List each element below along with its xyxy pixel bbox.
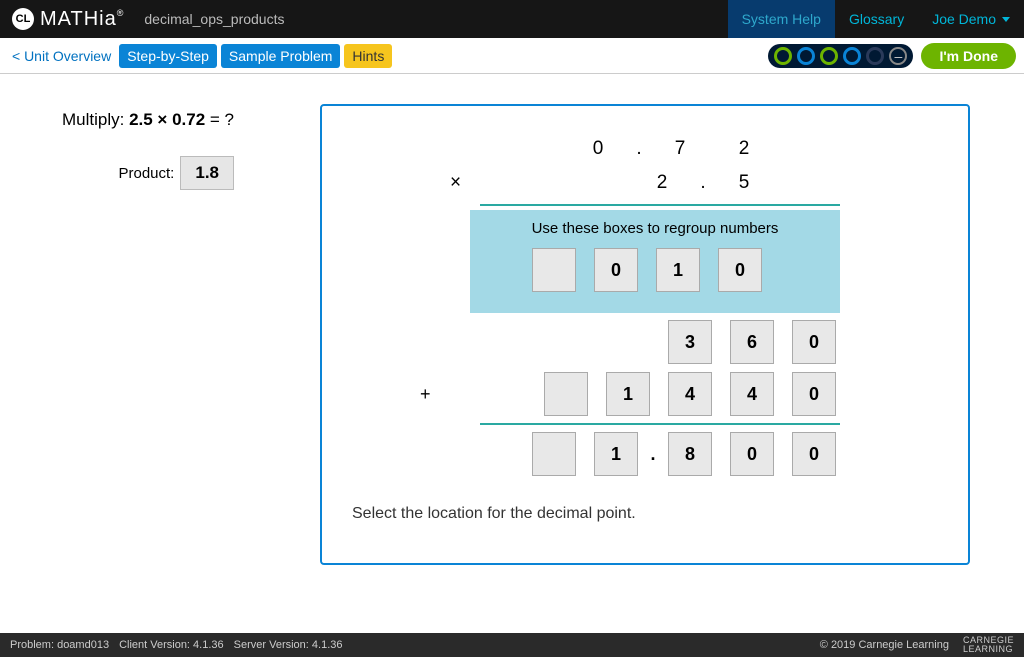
footer-server: Server Version: 4.1.36 bbox=[234, 639, 343, 651]
regroup-band: Use these boxes to regroup numbers 0 1 0 bbox=[470, 210, 840, 313]
progress-pill bbox=[774, 47, 792, 65]
footer-problem: Problem: doamd013 bbox=[10, 639, 109, 651]
regroup-box[interactable]: 0 bbox=[718, 248, 762, 292]
multiplier-row: × 2 . 5 bbox=[450, 166, 840, 200]
sample-problem-button[interactable]: Sample Problem bbox=[221, 44, 341, 68]
digit-box[interactable]: 1 bbox=[594, 432, 638, 476]
progress-indicator: – bbox=[768, 44, 913, 68]
product-row: Product: 1.8 bbox=[20, 156, 320, 190]
digit-box[interactable]: 0 bbox=[792, 320, 836, 364]
footer-right: © 2019 Carnegie Learning CARNEGIELEARNIN… bbox=[820, 636, 1014, 654]
digit-box[interactable]: 0 bbox=[792, 372, 836, 416]
spacer bbox=[780, 248, 824, 292]
done-button[interactable]: I'm Done bbox=[921, 43, 1016, 69]
instruction-text: Select the location for the decimal poin… bbox=[352, 505, 938, 523]
product-label: Product: bbox=[118, 165, 174, 182]
app-header: CL MATHia® decimal_ops_products System H… bbox=[0, 0, 1024, 38]
prompt-prefix: Multiply: bbox=[62, 110, 129, 129]
progress-pill bbox=[820, 47, 838, 65]
decimal-point-target[interactable]: . bbox=[648, 444, 658, 465]
minus-icon[interactable]: – bbox=[889, 47, 907, 65]
module-name: decimal_ops_products bbox=[144, 11, 284, 27]
glossary-link[interactable]: Glossary bbox=[835, 0, 918, 38]
progress-pill bbox=[843, 47, 861, 65]
logo-badge: CL bbox=[12, 8, 34, 30]
digit-box[interactable]: 4 bbox=[668, 372, 712, 416]
toolbar: < Unit Overview Step-by-Step Sample Prob… bbox=[0, 38, 1024, 74]
problem-pane: Multiply: 2.5 × 0.72 = ? Product: 1.8 bbox=[20, 104, 320, 565]
progress-pill bbox=[797, 47, 815, 65]
unit-overview-link[interactable]: < Unit Overview bbox=[8, 45, 115, 67]
calc-area: 0 . 7 2 × 2 . 5 Use these boxes to regro… bbox=[450, 132, 840, 477]
decimal-point: . bbox=[630, 138, 648, 160]
digit: 0 bbox=[566, 138, 630, 160]
divider bbox=[480, 204, 840, 206]
product-input[interactable]: 1.8 bbox=[180, 156, 234, 190]
digit-box[interactable]: 3 bbox=[668, 320, 712, 364]
prompt-suffix: = ? bbox=[205, 110, 234, 129]
divider bbox=[480, 423, 840, 425]
toolbar-right: – I'm Done bbox=[768, 43, 1016, 69]
result-row: 1 . 8 0 0 bbox=[450, 431, 840, 477]
digit-box[interactable] bbox=[544, 372, 588, 416]
partial-row-1: 3 6 0 bbox=[450, 319, 840, 365]
header-right: System Help Glossary Joe Demo bbox=[728, 0, 1024, 38]
prompt-expression: 2.5 × 0.72 bbox=[129, 110, 205, 129]
footer-client: Client Version: 4.1.36 bbox=[119, 639, 224, 651]
digit-box[interactable]: 1 bbox=[606, 372, 650, 416]
multiply-sign: × bbox=[450, 172, 461, 194]
problem-prompt: Multiply: 2.5 × 0.72 = ? bbox=[20, 110, 320, 130]
progress-pill bbox=[866, 47, 884, 65]
user-name: Joe Demo bbox=[932, 11, 996, 27]
regroup-box[interactable]: 1 bbox=[656, 248, 700, 292]
copyright: © 2019 Carnegie Learning bbox=[820, 639, 949, 651]
digit: 7 bbox=[648, 138, 712, 160]
caret-down-icon bbox=[1002, 17, 1010, 22]
regroup-row: 0 1 0 bbox=[482, 247, 828, 293]
digit: 2 bbox=[630, 172, 694, 194]
hints-button[interactable]: Hints bbox=[344, 44, 392, 68]
logo-text: MATHia® bbox=[40, 8, 124, 31]
main-content: Multiply: 2.5 × 0.72 = ? Product: 1.8 0 … bbox=[0, 74, 1024, 585]
decimal-point: . bbox=[694, 172, 712, 194]
regroup-box[interactable] bbox=[532, 248, 576, 292]
brand-logo: CARNEGIELEARNING bbox=[963, 636, 1014, 654]
footer: Problem: doamd013 Client Version: 4.1.36… bbox=[0, 633, 1024, 657]
digit-box[interactable]: 8 bbox=[668, 432, 712, 476]
digit: 5 bbox=[712, 172, 776, 194]
regroup-title: Use these boxes to regroup numbers bbox=[482, 220, 828, 237]
regroup-box[interactable]: 0 bbox=[594, 248, 638, 292]
system-help-link[interactable]: System Help bbox=[728, 0, 835, 38]
work-panel: 0 . 7 2 × 2 . 5 Use these boxes to regro… bbox=[320, 104, 970, 565]
digit-box[interactable]: 6 bbox=[730, 320, 774, 364]
digit: 2 bbox=[712, 138, 776, 160]
user-menu[interactable]: Joe Demo bbox=[918, 0, 1024, 38]
digit-box[interactable]: 0 bbox=[792, 432, 836, 476]
digit-box[interactable] bbox=[532, 432, 576, 476]
digit-box[interactable]: 0 bbox=[730, 432, 774, 476]
partial-row-2: + 1 4 4 0 bbox=[450, 371, 840, 417]
multiplicand-row: 0 . 7 2 bbox=[450, 132, 840, 166]
step-by-step-button[interactable]: Step-by-Step bbox=[119, 44, 217, 68]
digit-box[interactable]: 4 bbox=[730, 372, 774, 416]
plus-sign: + bbox=[420, 384, 431, 405]
logo: CL MATHia® bbox=[0, 8, 124, 31]
